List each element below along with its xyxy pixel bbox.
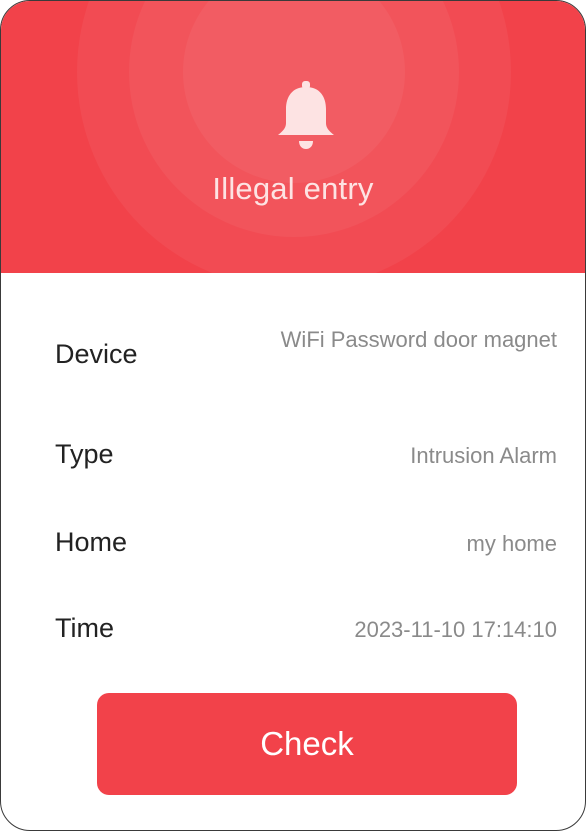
type-label: Type: [55, 439, 114, 469]
home-value: my home: [466, 531, 557, 556]
home-label: Home: [55, 527, 128, 557]
alert-header: Illegal entry: [1, 1, 585, 273]
device-label: Device: [55, 339, 138, 369]
time-value: 2023-11-10 17:14:10: [354, 617, 557, 642]
bell-icon: [278, 81, 334, 149]
alarm-alert-dialog: Illegal entry Device WiFi Password door …: [0, 0, 586, 831]
time-label: Time: [55, 613, 114, 643]
alert-title: Illegal entry: [212, 171, 374, 206]
type-value: Intrusion Alarm: [410, 443, 557, 468]
check-button[interactable]: Check: [97, 693, 517, 795]
device-value: WiFi Password door magnet: [280, 327, 557, 352]
